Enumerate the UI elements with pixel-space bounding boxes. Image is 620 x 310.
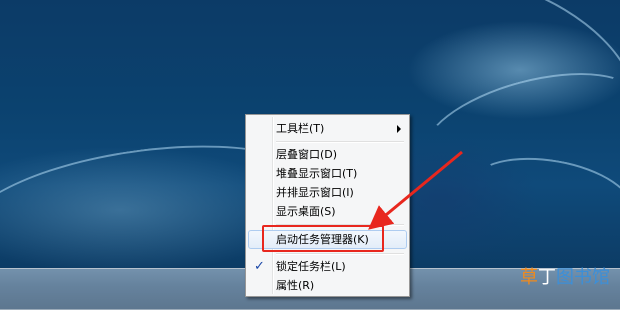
highlight-box: [262, 225, 384, 252]
menu-item-toolbars[interactable]: 工具栏(T): [248, 119, 407, 138]
watermark-text: 草: [520, 267, 538, 288]
menu-item-properties[interactable]: 属性(R): [248, 276, 407, 295]
submenu-arrow-icon: [397, 125, 401, 133]
checkmark-icon: ✓: [254, 259, 265, 274]
menu-item-stack-windows[interactable]: 堆叠显示窗口(T): [248, 164, 407, 183]
menu-item-label: 层叠窗口(D): [276, 148, 338, 161]
menu-item-label: 锁定任务栏(L): [276, 260, 346, 273]
watermark-text: 丁: [538, 267, 556, 288]
menu-separator: [276, 141, 404, 143]
menu-item-label: 并排显示窗口(I): [276, 186, 354, 199]
menu-item-cascade-windows[interactable]: 层叠窗口(D): [248, 145, 407, 164]
watermark-text: 图书馆: [556, 267, 610, 288]
menu-item-lock-taskbar[interactable]: ✓ 锁定任务栏(L): [248, 257, 407, 276]
menu-item-label: 显示桌面(S): [276, 205, 336, 218]
menu-item-side-by-side-windows[interactable]: 并排显示窗口(I): [248, 183, 407, 202]
menu-item-label: 堆叠显示窗口(T): [276, 167, 358, 180]
menu-item-label: 工具栏(T): [276, 122, 325, 135]
taskbar-context-menu: 工具栏(T) 层叠窗口(D) 堆叠显示窗口(T) 并排显示窗口(I) 显示桌面(…: [245, 114, 410, 297]
menu-item-label: 属性(R): [276, 279, 315, 292]
menu-separator: [276, 253, 404, 255]
menu-item-show-desktop[interactable]: 显示桌面(S): [248, 202, 407, 221]
watermark-logo: 草丁图书馆: [520, 263, 610, 289]
